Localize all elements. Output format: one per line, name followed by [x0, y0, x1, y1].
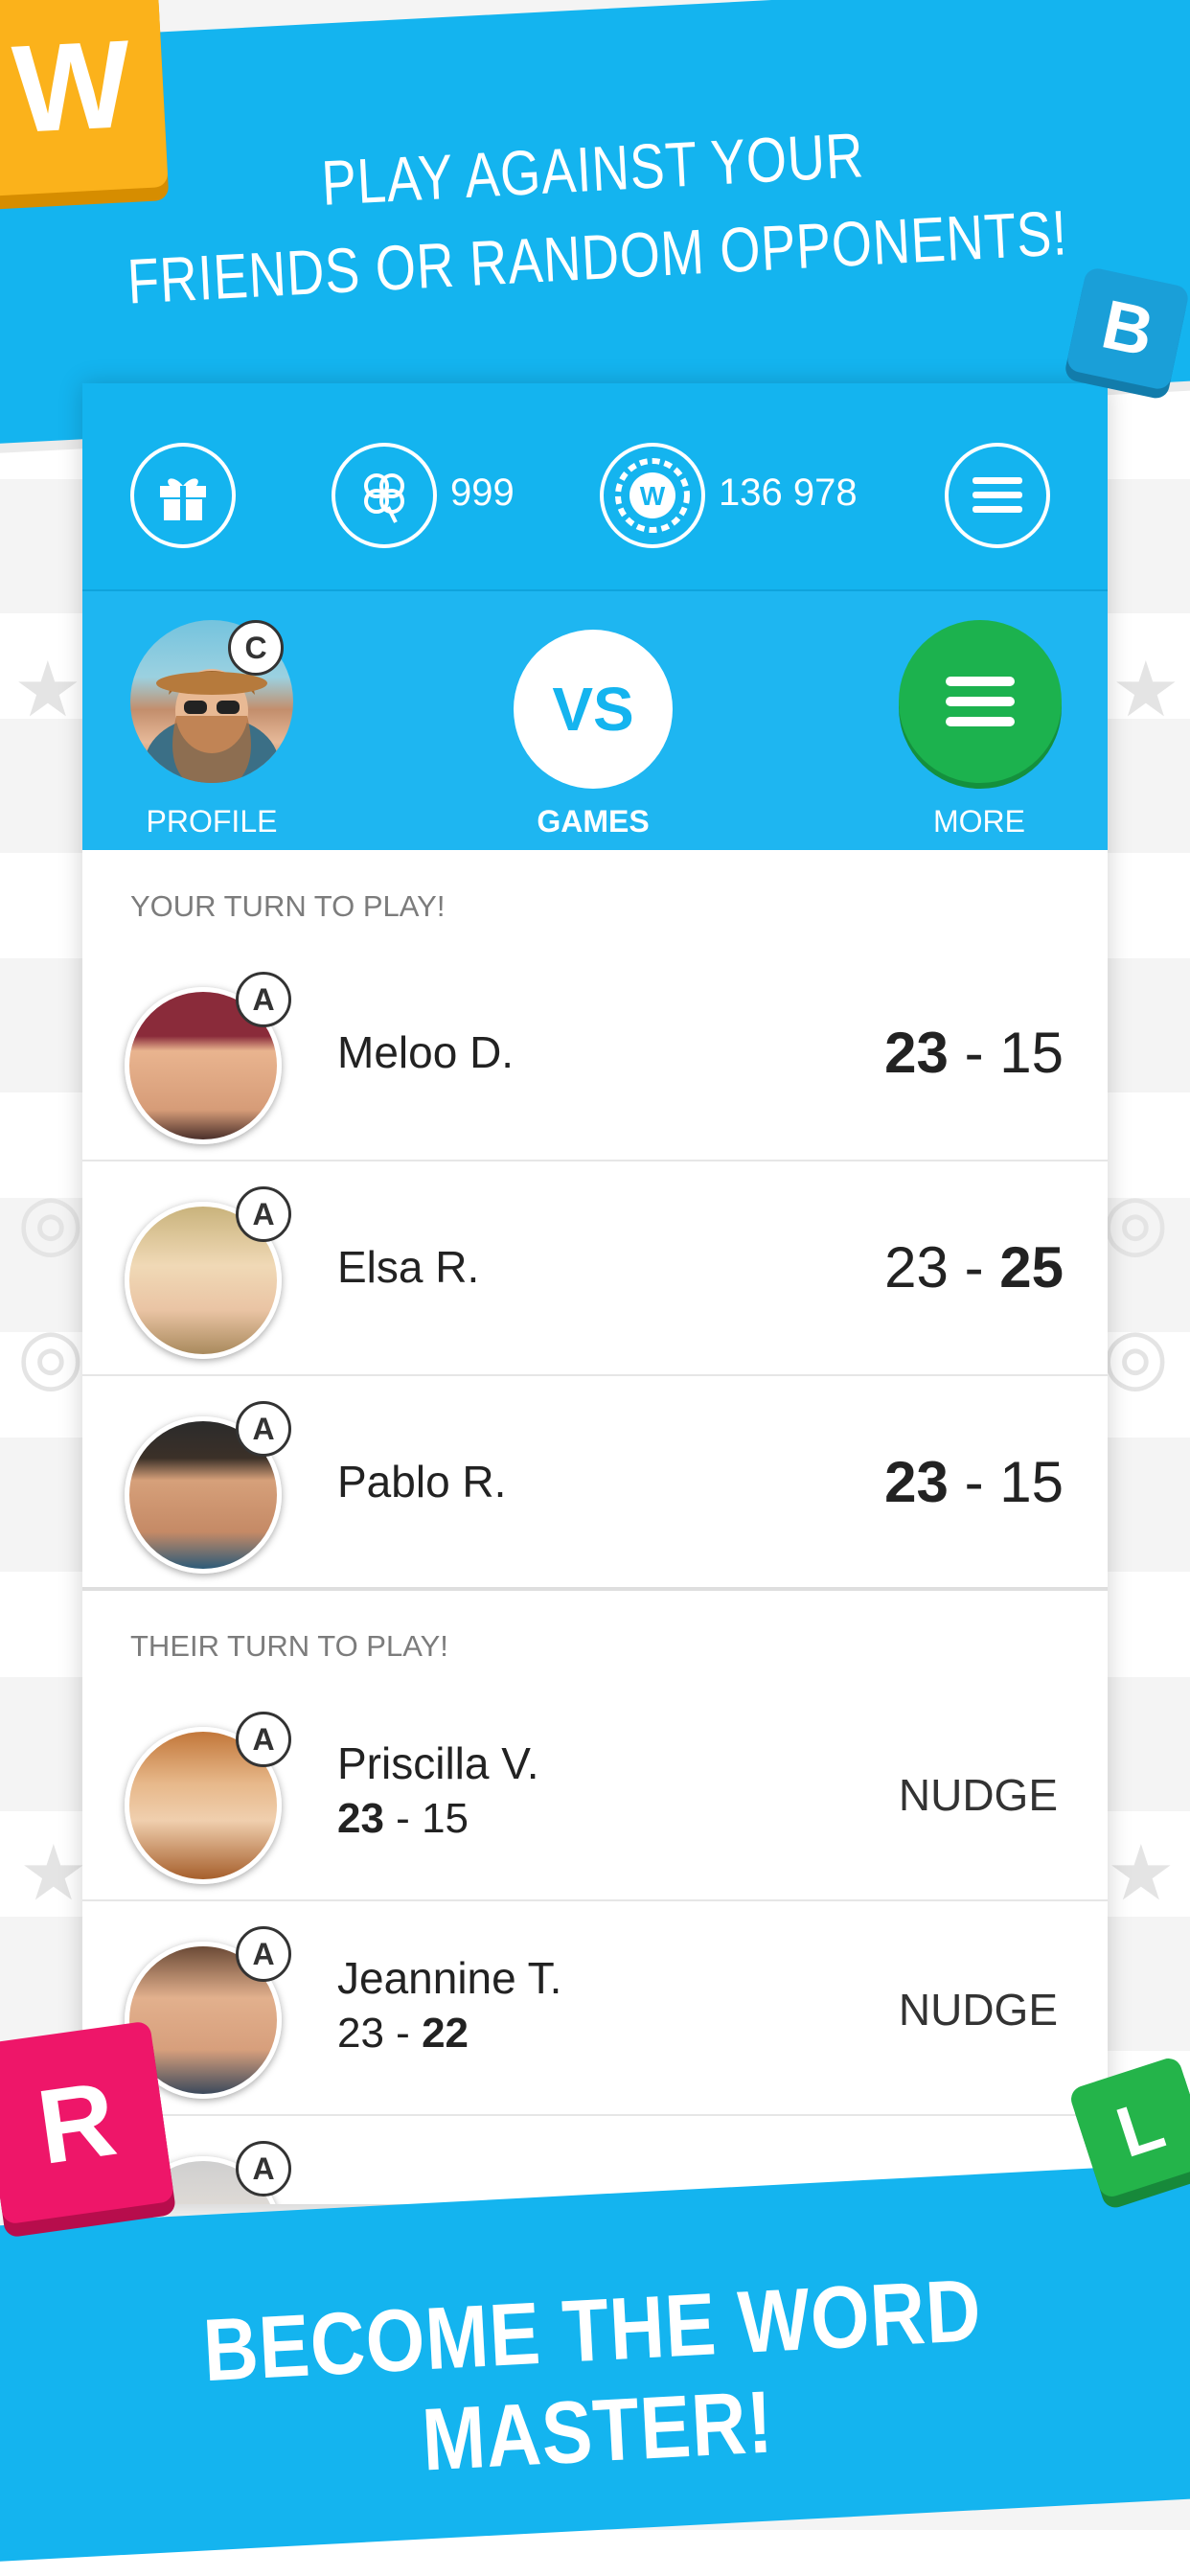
vs-icon: VS: [514, 630, 673, 789]
star-icon: ★: [13, 647, 82, 732]
game-row[interactable]: A Elsa R. 23 - 25: [82, 1160, 1108, 1376]
game-row[interactable]: A Priscilla V. 23 - 15 NUDGE: [82, 1685, 1108, 1901]
score-dash: -: [948, 1021, 1000, 1085]
score-left: 23: [884, 1235, 949, 1300]
opponent-name: Priscilla V.: [337, 1738, 539, 1788]
opponent-name: Pablo R.: [337, 1457, 507, 1506]
their-turn-heading: THEIR TURN TO PLAY!: [130, 1629, 448, 1663]
score-right: 15: [999, 1021, 1064, 1085]
score-right: 15: [999, 1450, 1064, 1514]
nudge-button[interactable]: NUDGE: [899, 1769, 1058, 1821]
app-screen: 999 W 136 978 C PROFILE VS GAMES MORE YO…: [82, 383, 1108, 2204]
level-badge: A: [236, 1401, 291, 1457]
clover-count: 999: [450, 472, 515, 514]
letter-tile-r: R: [0, 2020, 175, 2225]
main-nav: C PROFILE VS GAMES MORE: [82, 589, 1108, 850]
letter-tile-b: B: [1064, 265, 1190, 392]
game-row[interactable]: A Meloo D. 23 - 15: [82, 945, 1108, 1162]
games-label: GAMES: [537, 804, 650, 839]
score: 23 - 25: [884, 1234, 1064, 1300]
score-right: 15: [422, 1795, 469, 1842]
coin-icon: ◎: [1102, 1179, 1169, 1264]
more-button: [899, 620, 1062, 783]
score: 23 - 15: [884, 1449, 1064, 1515]
score-left: 23: [884, 1450, 949, 1514]
clover-icon: [364, 473, 404, 523]
coin-icon: ◎: [1102, 1313, 1169, 1398]
coin-icon: ◎: [17, 1313, 84, 1398]
opponent-name: Elsa R.: [337, 1242, 480, 1292]
hamburger-icon: [973, 477, 1022, 513]
more-label: MORE: [933, 804, 1025, 839]
profile-badge: C: [228, 620, 284, 676]
section-divider: [82, 1587, 1108, 1591]
level-badge: A: [236, 2141, 291, 2196]
score-left: 23: [884, 1021, 949, 1085]
coin-icon: W: [615, 458, 690, 533]
score-dash: -: [948, 1235, 1000, 1300]
coin-icon: ◎: [17, 1179, 84, 1264]
star-icon: ★: [1107, 1830, 1176, 1916]
score-left: 23: [337, 2010, 384, 2057]
coin-count: 136 978: [719, 472, 858, 514]
level-badge: A: [236, 1712, 291, 1767]
score: 23 - 15: [884, 1020, 1064, 1086]
level-badge: A: [236, 1926, 291, 1982]
hamburger-icon: [946, 677, 1015, 726]
star-icon: ★: [19, 1830, 88, 1916]
game-row[interactable]: A Jeannine T. 23 - 22 NUDGE: [82, 1899, 1108, 2116]
coin-letter: W: [640, 481, 666, 511]
score-dash: -: [948, 1450, 1000, 1514]
letter-tile-w: W: [0, 0, 169, 196]
game-row[interactable]: A Pablo R. 23 - 15: [82, 1374, 1108, 1589]
coins-button[interactable]: W: [600, 443, 705, 548]
score-left: 23: [337, 1795, 384, 1842]
star-icon: ★: [1111, 647, 1180, 732]
score-right: 22: [422, 2010, 469, 2057]
nudge-button[interactable]: NUDGE: [899, 1984, 1058, 2036]
score-right: 25: [999, 1235, 1064, 1300]
score: 23 - 15: [337, 1795, 469, 1843]
stats-bar: 999 W 136 978: [82, 383, 1108, 589]
your-turn-heading: YOUR TURN TO PLAY!: [130, 889, 446, 923]
gift-button[interactable]: [130, 443, 236, 548]
level-badge: A: [236, 1186, 291, 1242]
gift-icon: [160, 478, 206, 520]
profile-label: PROFILE: [146, 804, 278, 839]
score-dash: -: [383, 1795, 423, 1842]
clover-button[interactable]: [332, 443, 437, 548]
opponent-name: Meloo D.: [337, 1027, 515, 1077]
menu-button[interactable]: [945, 443, 1050, 548]
level-badge: A: [236, 972, 291, 1027]
score-dash: -: [383, 2010, 423, 2057]
score: 23 - 22: [337, 2010, 469, 2058]
opponent-name: Jeannine T.: [337, 1953, 562, 2003]
